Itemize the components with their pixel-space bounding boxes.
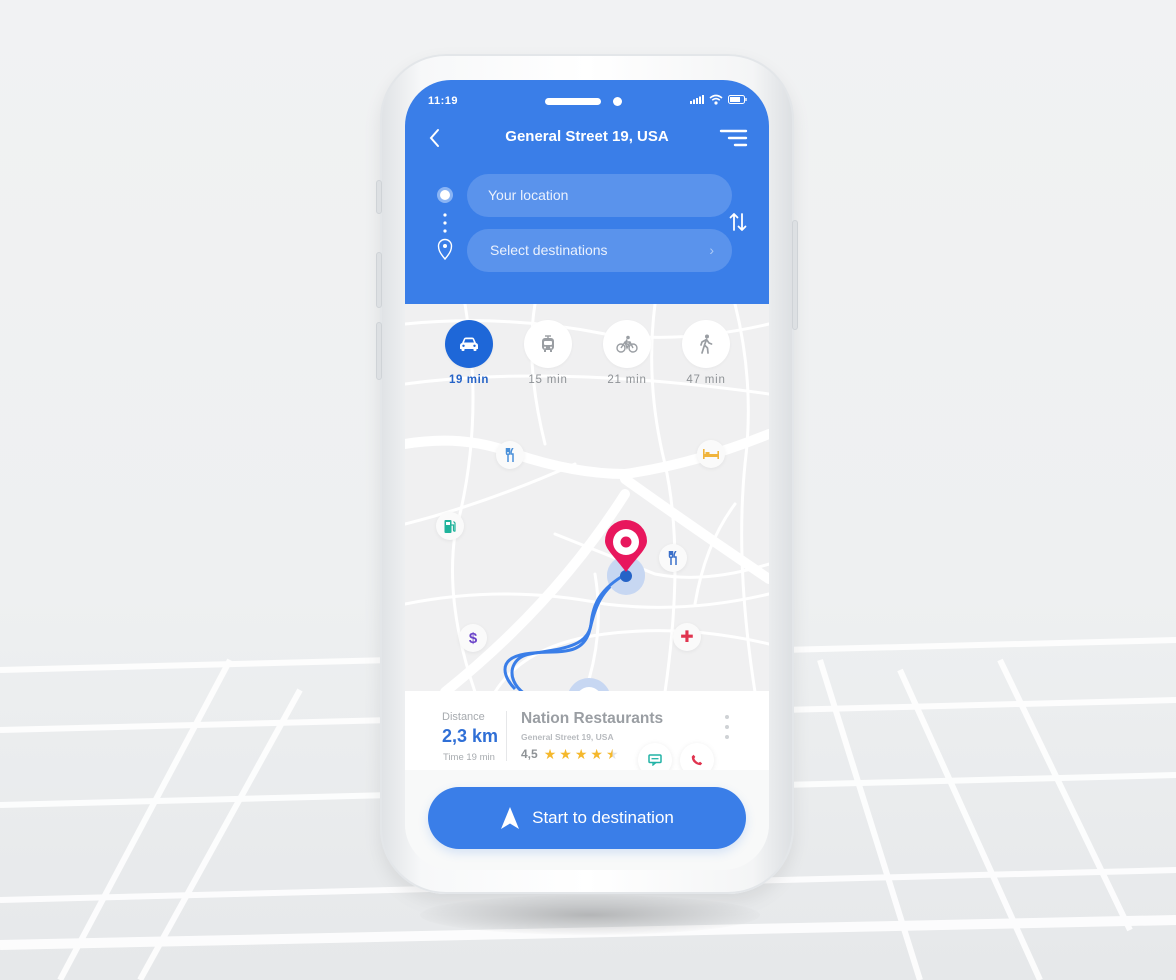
poi-restaurant[interactable] <box>496 441 524 469</box>
volume-up-button <box>376 252 382 308</box>
signal-icon <box>690 95 704 104</box>
fork-knife-icon <box>505 448 514 462</box>
place-name: Nation Restaurants <box>521 710 664 727</box>
speaker-notch <box>545 98 601 105</box>
battery-icon <box>728 95 747 104</box>
route-line-path <box>510 572 628 692</box>
chevron-right-icon: › <box>709 242 714 258</box>
transport-mode-selector: 19 min 15 min 21 min 47 min <box>405 320 769 390</box>
mode-bike-time: 21 min <box>607 374 647 386</box>
car-icon <box>460 337 478 351</box>
distance-value: 2,3 km <box>442 726 499 746</box>
phone-screen: 11:19 General Street 19, USA Your locati… <box>405 80 769 870</box>
status-icons <box>690 94 747 105</box>
dollar-icon: $ <box>468 629 478 647</box>
phone-shadow <box>420 895 760 935</box>
place-rating: 4,5 ★ ★ ★ ★ ★ <box>521 747 619 761</box>
volume-down-button <box>376 322 382 380</box>
phone-icon <box>691 754 703 766</box>
menu-icon <box>719 129 748 147</box>
mode-car-time: 19 min <box>448 374 490 386</box>
origin-placeholder: Your location <box>488 187 569 203</box>
place-address: General Street 19, USA <box>521 732 614 742</box>
route-indicator <box>437 187 453 261</box>
power-button <box>792 220 798 330</box>
walking-icon <box>700 334 713 354</box>
menu-button[interactable] <box>719 128 749 150</box>
distance-label: Distance <box>442 711 485 723</box>
mode-transit[interactable]: 15 min <box>518 320 578 386</box>
swap-button[interactable] <box>727 211 749 233</box>
destination-pin-icon <box>437 238 453 261</box>
camera-dot <box>613 97 622 106</box>
bed-icon <box>703 449 719 459</box>
mode-car[interactable]: 19 min <box>439 320 499 386</box>
destination-input[interactable]: Select destinations › <box>467 229 732 272</box>
half-star-icon: ★ <box>605 746 619 762</box>
message-icon <box>648 754 662 766</box>
mode-bike[interactable]: 21 min <box>597 320 657 386</box>
page-title: General Street 19, USA <box>505 128 669 145</box>
more-options-button[interactable] <box>723 715 731 739</box>
status-time: 11:19 <box>428 95 459 107</box>
poi-bank[interactable]: $ <box>459 624 487 652</box>
card-divider <box>506 711 507 761</box>
destination-placeholder: Select destinations <box>490 242 608 258</box>
bus-icon <box>542 335 554 352</box>
star-icon: ★ <box>559 746 572 762</box>
start-navigation-label: Start to destination <box>532 808 674 827</box>
poi-hotel[interactable] <box>697 440 725 468</box>
star-icon: ★ <box>574 746 588 762</box>
mute-switch <box>376 180 382 214</box>
wifi-icon <box>709 94 723 105</box>
poi-gas-station[interactable] <box>436 512 464 540</box>
fuel-pump-icon <box>444 520 456 533</box>
poi-hospital[interactable]: ✚ <box>673 623 701 651</box>
fork-knife-icon <box>668 551 677 565</box>
star-icon: ★ <box>590 746 603 762</box>
mode-walk[interactable]: 47 min <box>676 320 736 386</box>
travel-time: Time 19 min <box>443 752 495 763</box>
mode-walk-time: 47 min <box>686 374 726 386</box>
swap-vertical-icon <box>729 213 747 231</box>
rating-value: 4,5 <box>521 747 538 761</box>
mode-transit-time: 15 min <box>528 374 568 386</box>
poi-restaurant-2[interactable] <box>659 544 687 572</box>
medical-cross-icon: ✚ <box>680 629 694 646</box>
bicycle-icon <box>616 335 638 353</box>
origin-input[interactable]: Your location <box>467 174 732 217</box>
start-navigation-button[interactable]: Start to destination <box>428 787 746 849</box>
navigation-arrow-icon <box>501 807 520 829</box>
star-icon: ★ <box>543 746 557 762</box>
header: 11:19 General Street 19, USA Your locati… <box>405 80 769 304</box>
